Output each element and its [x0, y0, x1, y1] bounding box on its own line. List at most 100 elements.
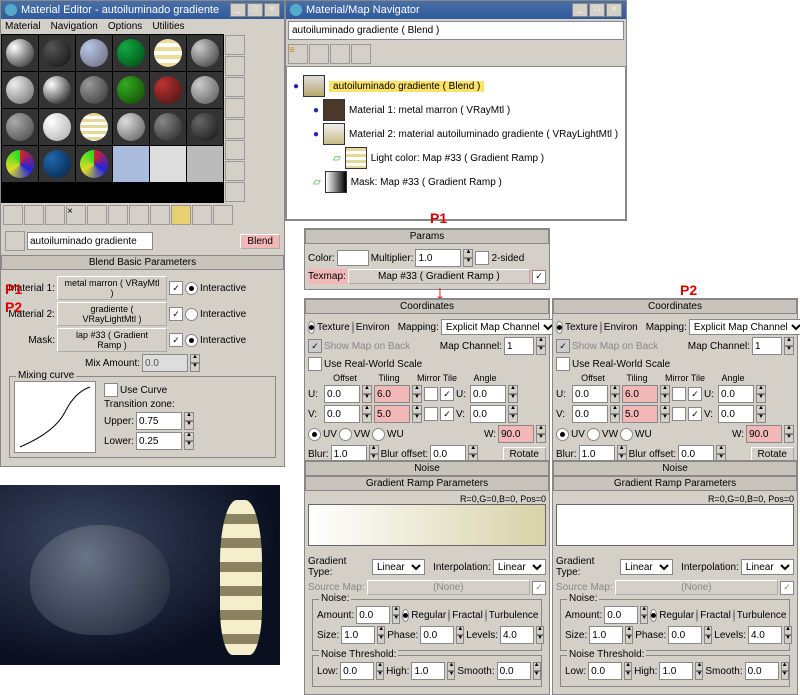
get-material-icon[interactable] — [3, 205, 23, 225]
source-map-check[interactable]: ✓ — [780, 581, 794, 595]
color-swatch[interactable] — [337, 250, 369, 266]
u-tiling-input[interactable] — [374, 385, 410, 403]
v-tiling-input[interactable] — [374, 405, 410, 423]
close-icon[interactable]: × — [606, 3, 622, 17]
wu-radio[interactable] — [620, 428, 633, 441]
noise-phase-input[interactable] — [420, 626, 454, 644]
reset-icon[interactable]: × — [66, 205, 86, 225]
list-icons-icon[interactable] — [309, 44, 329, 64]
noise-size-input[interactable] — [589, 626, 623, 644]
v-mirror-check[interactable] — [672, 407, 686, 421]
mat1-enable-check[interactable]: ✓ — [169, 281, 183, 295]
u-tile-check[interactable]: ✓ — [440, 387, 454, 401]
assign-icon[interactable] — [45, 205, 65, 225]
backlight-icon[interactable] — [225, 56, 245, 76]
texture-radio[interactable] — [308, 321, 315, 334]
mask-interactive-radio[interactable] — [185, 334, 198, 347]
mat1-button[interactable]: metal marron ( VRayMtl ) — [57, 276, 167, 300]
blend-rollout-header[interactable]: Blend Basic Parameters — [1, 255, 284, 270]
tree-item[interactable]: Mask: Map #33 ( Gradient Ramp ) — [351, 177, 502, 188]
sample-type-icon[interactable] — [225, 35, 245, 55]
video-check-icon[interactable] — [225, 119, 245, 139]
wu-radio[interactable] — [372, 428, 385, 441]
u-tile-check[interactable]: ✓ — [688, 387, 702, 401]
gradient-bar[interactable] — [308, 504, 546, 546]
options-icon[interactable] — [225, 161, 245, 181]
mat2-button[interactable]: gradiente ( VRayLightMtl ) — [57, 302, 167, 326]
go-parent-icon[interactable] — [192, 205, 212, 225]
thresh-high-input[interactable] — [411, 662, 445, 680]
w-angle-input[interactable] — [746, 425, 782, 443]
large-sphere-icon[interactable] — [351, 44, 371, 64]
minimize-icon[interactable]: _ — [230, 3, 246, 17]
mat2-enable-check[interactable]: ✓ — [169, 307, 183, 321]
mat2-interactive-radio[interactable] — [185, 308, 198, 321]
coordinates-header[interactable]: Coordinates — [553, 299, 797, 314]
background-icon[interactable] — [225, 77, 245, 97]
ramp-header[interactable]: Gradient Ramp Parameters — [553, 476, 797, 491]
maximize-icon[interactable]: □ — [247, 3, 263, 17]
list-view-icon[interactable]: ≡ — [288, 44, 308, 64]
maximize-icon[interactable]: □ — [589, 3, 605, 17]
mapping-dropdown[interactable]: Explicit Map Channel — [441, 319, 557, 335]
material-name-input[interactable] — [27, 232, 153, 250]
w-angle-input[interactable] — [498, 425, 534, 443]
thresh-low-input[interactable] — [340, 662, 374, 680]
sample-uv-icon[interactable] — [225, 98, 245, 118]
v-offset-input[interactable] — [324, 405, 360, 423]
sample-slots[interactable] — [1, 34, 224, 203]
thresh-low-input[interactable] — [588, 662, 622, 680]
v-angle-input[interactable] — [470, 405, 506, 423]
put-to-scene-icon[interactable] — [24, 205, 44, 225]
uv-radio[interactable] — [308, 428, 321, 441]
menu-utilities[interactable]: Utilities — [152, 21, 184, 32]
gradient-bar[interactable] — [556, 504, 794, 546]
turbulence-radio[interactable] — [485, 609, 487, 622]
v-tile-check[interactable]: ✓ — [440, 407, 454, 421]
thresh-smooth-input[interactable] — [745, 662, 779, 680]
u-angle-input[interactable] — [718, 385, 754, 403]
show-result-icon[interactable] — [171, 205, 191, 225]
texmap-enable-check[interactable]: ✓ — [532, 270, 546, 284]
noise-amount-input[interactable] — [604, 606, 638, 624]
texture-radio[interactable] — [556, 321, 563, 334]
mat1-interactive-radio[interactable] — [185, 282, 198, 295]
put-to-lib-icon[interactable] — [108, 205, 128, 225]
menu-navigation[interactable]: Navigation — [51, 21, 98, 32]
u-offset-input[interactable] — [572, 385, 608, 403]
thresh-high-input[interactable] — [659, 662, 693, 680]
select-by-mat-icon[interactable] — [225, 182, 245, 202]
use-rws-check[interactable] — [308, 357, 322, 371]
noise-phase-input[interactable] — [668, 626, 702, 644]
vw-radio[interactable] — [339, 428, 352, 441]
uv-radio[interactable] — [556, 428, 569, 441]
mapping-dropdown[interactable]: Explicit Map Channel — [689, 319, 800, 335]
thresh-smooth-input[interactable] — [497, 662, 531, 680]
mask-enable-check[interactable]: ✓ — [169, 333, 183, 347]
go-sibling-icon[interactable] — [213, 205, 233, 225]
use-rws-check[interactable] — [556, 357, 570, 371]
type-button[interactable]: Blend — [240, 234, 280, 249]
environ-radio[interactable] — [600, 321, 602, 334]
tree-item[interactable]: Light color: Map #33 ( Gradient Ramp ) — [371, 153, 544, 164]
tree-item[interactable]: Material 1: metal marron ( VRayMtl ) — [349, 105, 510, 116]
u-offset-input[interactable] — [324, 385, 360, 403]
multiplier-input[interactable] — [415, 249, 461, 267]
mix-amount-input[interactable] — [142, 354, 188, 372]
minimize-icon[interactable]: _ — [572, 3, 588, 17]
tree-item[interactable]: Material 2: material autoiluminado gradi… — [349, 129, 618, 140]
environ-radio[interactable] — [352, 321, 354, 334]
mask-button[interactable]: lap #33 ( Gradient Ramp ) — [57, 328, 167, 352]
regular-radio[interactable] — [402, 609, 409, 622]
tree-item[interactable]: autoiluminado gradiente ( Blend ) — [329, 81, 484, 92]
regular-radio[interactable] — [650, 609, 657, 622]
show-in-vp-icon[interactable] — [150, 205, 170, 225]
matid-icon[interactable] — [129, 205, 149, 225]
fractal-radio[interactable] — [448, 609, 450, 622]
map-channel-input[interactable] — [504, 337, 534, 355]
noise-size-input[interactable] — [341, 626, 375, 644]
source-map-check[interactable]: ✓ — [532, 581, 546, 595]
fractal-radio[interactable] — [696, 609, 698, 622]
menu-material[interactable]: Material — [5, 21, 41, 32]
u-tiling-input[interactable] — [622, 385, 658, 403]
